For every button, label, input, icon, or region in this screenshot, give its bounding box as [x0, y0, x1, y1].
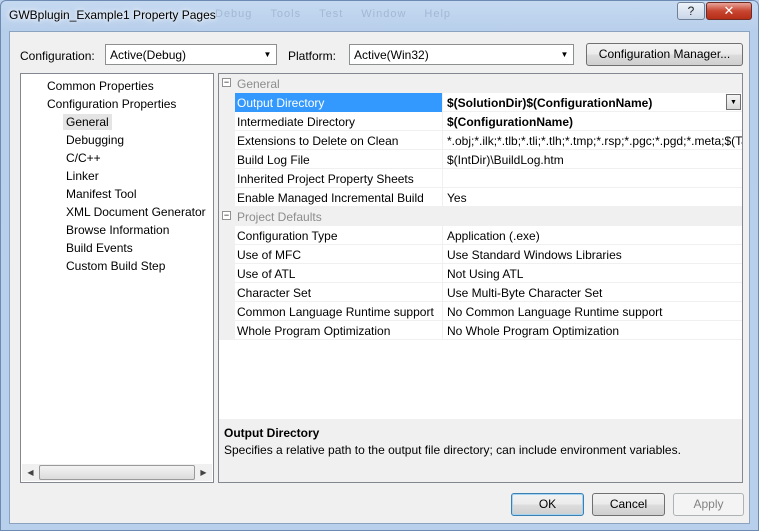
row-margin	[219, 245, 235, 264]
property-row[interactable]: Inherited Project Property Sheets	[219, 169, 742, 188]
ghost-menu-item: Window	[361, 8, 407, 20]
property-name[interactable]: Use of MFC	[235, 245, 443, 264]
property-row[interactable]: Whole Program Optimization No Whole Progr…	[219, 321, 742, 340]
tree-item-linker[interactable]: Linker	[63, 168, 102, 184]
property-value[interactable]: $(SolutionDir)$(ConfigurationName)	[444, 93, 742, 112]
description-panel: Output Directory Specifies a relative pa…	[219, 422, 742, 482]
property-row[interactable]: Common Language Runtime support No Common…	[219, 302, 742, 321]
platform-dropdown[interactable]: Active(Win32) ▼	[349, 44, 574, 65]
cancel-button[interactable]: Cancel	[592, 493, 665, 516]
row-margin	[219, 321, 235, 340]
ghost-menu-item: Debug	[215, 8, 253, 20]
chevron-down-icon: ▼	[560, 50, 569, 59]
property-row[interactable]: Build Log File $(IntDir)\BuildLog.htm	[219, 150, 742, 169]
row-margin	[219, 302, 235, 321]
configuration-value: Active(Debug)	[110, 48, 187, 62]
property-value[interactable]: No Common Language Runtime support	[444, 302, 742, 321]
property-row[interactable]: Extensions to Delete on Clean *.obj;*.ilk…	[219, 131, 742, 150]
chevron-down-icon[interactable]: ▼	[726, 94, 741, 110]
property-value[interactable]: Yes	[444, 188, 742, 207]
property-row[interactable]: Character Set Use Multi-Byte Character Se…	[219, 283, 742, 302]
description-text: Specifies a relative path to the output …	[224, 443, 681, 457]
tree-item-manifest-tool[interactable]: Manifest Tool	[63, 186, 139, 202]
property-name[interactable]: Output Directory	[235, 93, 443, 112]
row-margin	[219, 283, 235, 302]
help-button[interactable]: ?	[677, 2, 705, 20]
tree-item-browse-information[interactable]: Browse Information	[63, 222, 172, 238]
window-title: GWBplugin_Example1 Property Pages	[9, 8, 216, 22]
property-name[interactable]: Configuration Type	[235, 226, 443, 245]
property-value[interactable]: $(ConfigurationName)	[444, 112, 742, 131]
tree-item-general[interactable]: General	[63, 114, 112, 130]
platform-label: Platform:	[288, 49, 337, 63]
property-name[interactable]: Build Log File	[235, 150, 443, 169]
ghost-menu-item: Tools	[270, 8, 302, 20]
property-tree[interactable]: Custom Build Step Build Events Browse Info…	[20, 73, 214, 483]
dialog-client-area: Configuration: Active(Debug) ▼ Platform:…	[9, 31, 750, 524]
property-name[interactable]: Intermediate Directory	[235, 112, 443, 131]
row-margin	[219, 150, 235, 169]
tree-item-build-events[interactable]: Build Events	[63, 240, 136, 256]
property-name[interactable]: Character Set	[235, 283, 443, 302]
ghost-menu-item: Test	[319, 8, 344, 20]
row-margin	[219, 264, 235, 283]
row-margin	[219, 169, 235, 188]
tree-item-c-c[interactable]: C/C++	[63, 150, 104, 166]
property-value[interactable]: $(IntDir)\BuildLog.htm	[444, 150, 742, 169]
category-title: General	[237, 77, 280, 91]
configuration-manager-button[interactable]: Configuration Manager...	[586, 43, 743, 66]
ok-button[interactable]: OK	[511, 493, 584, 516]
category-row[interactable]: − General	[219, 74, 742, 93]
collapse-icon[interactable]: −	[222, 78, 231, 87]
property-row[interactable]: Use of MFC Use Standard Windows Libraries	[219, 245, 742, 264]
platform-value: Active(Win32)	[354, 48, 429, 62]
close-button[interactable]: ✕	[706, 2, 752, 20]
tree-horizontal-scrollbar[interactable]: ◀ ▶	[22, 464, 212, 481]
property-value[interactable]: *.obj;*.ilk;*.tlb;*.tli;*.tlh;*.tmp;*.rs…	[444, 131, 742, 150]
row-margin	[219, 226, 235, 245]
property-pages-window: GWBplugin_Example1 Property Pages Debug T…	[0, 0, 759, 531]
property-row[interactable]: Use of ATL Not Using ATL	[219, 264, 742, 283]
property-name[interactable]: Extensions to Delete on Clean	[235, 131, 443, 150]
chevron-down-icon: ▼	[263, 50, 272, 59]
property-grid[interactable]: Output Directory $(SolutionDir)$(Configur…	[218, 73, 743, 483]
tree-item-configuration-properties[interactable]: Configuration Properties	[44, 96, 179, 112]
apply-button[interactable]: Apply	[673, 493, 744, 516]
configuration-label: Configuration:	[20, 49, 95, 63]
description-title: Output Directory	[224, 426, 320, 440]
ghost-menu-item: Help	[424, 8, 452, 20]
property-name[interactable]: Enable Managed Incremental Build	[235, 188, 443, 207]
property-row[interactable]: Output Directory $(SolutionDir)$(Configur…	[219, 93, 742, 112]
tree-item-custom-build-step[interactable]: Custom Build Step	[63, 258, 168, 274]
tree-item-xml-document-generator[interactable]: XML Document Generator	[63, 204, 209, 220]
row-margin	[219, 131, 235, 150]
property-name[interactable]: Common Language Runtime support	[235, 302, 443, 321]
row-margin	[219, 93, 235, 112]
background-menu-ghost: Debug Tools Test Window Help	[215, 8, 469, 20]
configuration-dropdown[interactable]: Active(Debug) ▼	[105, 44, 277, 65]
property-row[interactable]: Enable Managed Incremental Build Yes	[219, 188, 742, 207]
property-value[interactable]: Not Using ATL	[444, 264, 742, 283]
category-row[interactable]: − Project Defaults	[219, 207, 742, 226]
property-row[interactable]: Configuration Type Application (.exe)	[219, 226, 742, 245]
scrollbar-thumb[interactable]	[39, 465, 195, 480]
property-value[interactable]	[444, 169, 742, 188]
row-margin	[219, 188, 235, 207]
tree-item-common-properties[interactable]: Common Properties	[44, 78, 157, 94]
category-title: Project Defaults	[237, 210, 322, 224]
property-row[interactable]: Intermediate Directory $(ConfigurationNam…	[219, 112, 742, 131]
property-name[interactable]: Use of ATL	[235, 264, 443, 283]
row-margin	[219, 112, 235, 131]
scroll-right-icon[interactable]: ▶	[195, 464, 212, 481]
property-value[interactable]: Use Standard Windows Libraries	[444, 245, 742, 264]
title-bar[interactable]: GWBplugin_Example1 Property Pages Debug T…	[1, 1, 758, 31]
property-value[interactable]: Application (.exe)	[444, 226, 742, 245]
property-value[interactable]: No Whole Program Optimization	[444, 321, 742, 340]
collapse-icon[interactable]: −	[222, 211, 231, 220]
scroll-left-icon[interactable]: ◀	[22, 464, 39, 481]
property-name[interactable]: Whole Program Optimization	[235, 321, 443, 340]
property-value[interactable]: Use Multi-Byte Character Set	[444, 283, 742, 302]
tree-item-debugging[interactable]: Debugging	[63, 132, 127, 148]
property-name[interactable]: Inherited Project Property Sheets	[235, 169, 443, 188]
